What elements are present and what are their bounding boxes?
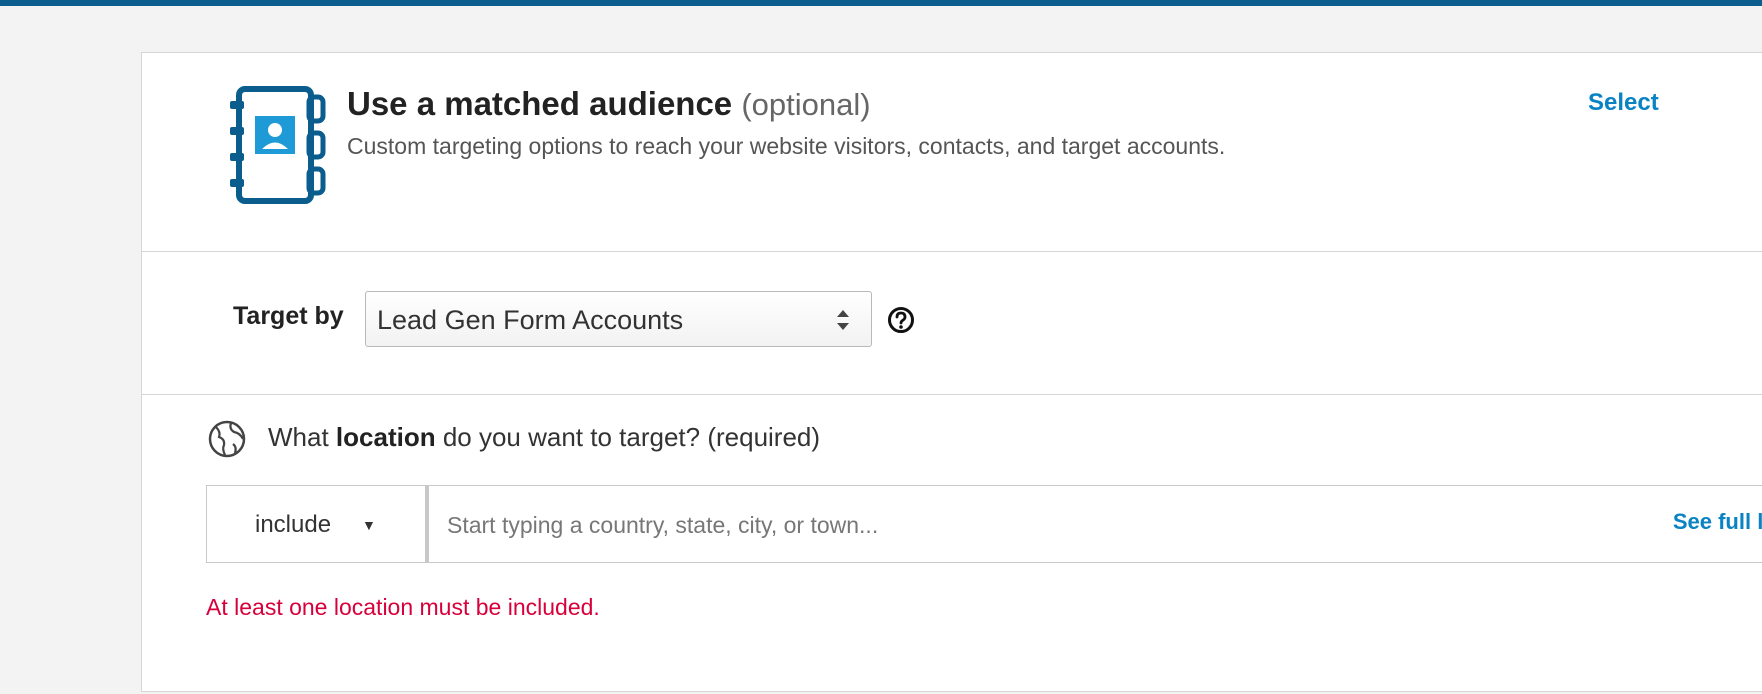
top-accent-bar: [0, 0, 1762, 6]
target-by-section: Target by Lead Gen Form Accounts: [142, 251, 1762, 395]
include-exclude-dropdown[interactable]: include ▼: [206, 485, 426, 563]
matched-audience-title: Use a matched audience (optional): [347, 85, 871, 123]
location-question-suffix: do you want to target? (required): [442, 422, 821, 452]
target-by-select[interactable]: Lead Gen Form Accounts: [365, 291, 872, 347]
select-link[interactable]: Select: [1588, 89, 1659, 117]
target-by-label: Target by: [233, 302, 344, 330]
include-value: include: [255, 511, 332, 538]
location-section: What location do you want to target? (re…: [142, 394, 1762, 694]
location-search-input[interactable]: [445, 504, 1499, 546]
see-full-list-link[interactable]: See full list: [1673, 509, 1762, 535]
matched-audience-title-text: Use a matched audience: [347, 85, 733, 122]
optional-tag: (optional): [741, 87, 871, 122]
location-question: What location do you want to target? (re…: [268, 422, 820, 453]
location-error-message: At least one location must be included.: [206, 594, 600, 620]
globe-icon: [208, 420, 246, 458]
target-by-selected-value: Lead Gen Form Accounts: [377, 305, 684, 335]
location-question-bold: location: [335, 422, 436, 452]
location-input-container: See full list: [426, 485, 1762, 563]
matched-audience-section: Use a matched audience (optional) Custom…: [142, 53, 1762, 252]
chevron-down-icon: ▼: [362, 517, 376, 533]
targeting-card: Use a matched audience (optional) Custom…: [141, 52, 1762, 692]
contact-book-icon: [230, 86, 326, 204]
select-arrows-icon: [837, 310, 849, 330]
location-question-prefix: What: [268, 422, 329, 452]
question-circle-icon[interactable]: [887, 306, 915, 334]
matched-audience-subtitle: Custom targeting options to reach your w…: [347, 133, 1226, 159]
